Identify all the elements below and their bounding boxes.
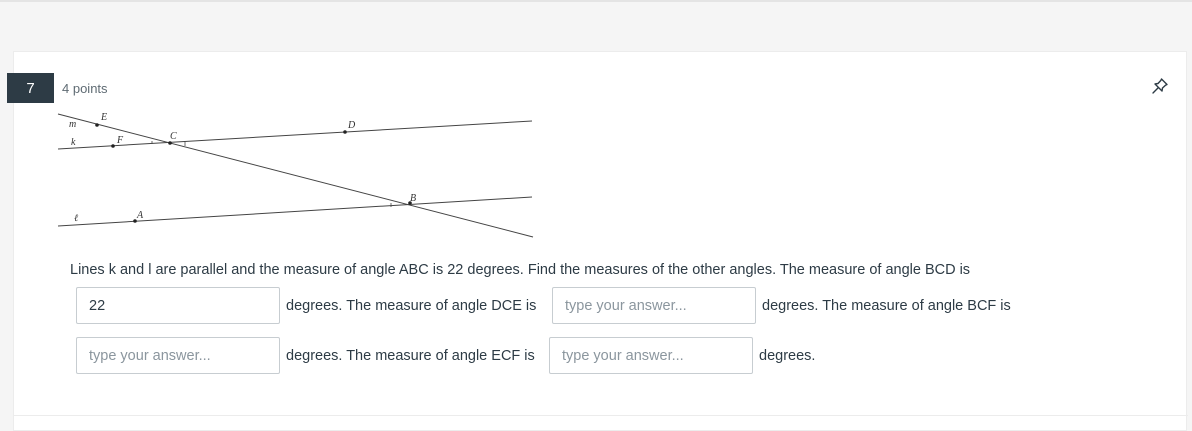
answer-field-ecf[interactable]	[549, 337, 753, 374]
answer-field-dce[interactable]	[552, 287, 756, 324]
question-prompt: Lines k and l are parallel and the measu…	[70, 262, 971, 278]
point-d	[343, 130, 347, 134]
text-segment-end: degrees.	[759, 348, 816, 364]
point-e	[95, 123, 99, 127]
label-e: E	[100, 112, 107, 123]
text-segment-bcf: degrees. The measure of angle BCF is	[762, 298, 1011, 314]
parallel-lines-diagram: m k ℓ E F C D B A	[57, 112, 534, 238]
question-points: 4 points	[62, 81, 108, 96]
answer-field-bcf[interactable]	[76, 337, 280, 374]
label-f: F	[116, 135, 124, 146]
pin-icon[interactable]	[1150, 76, 1170, 96]
text-segment-dce: degrees. The measure of angle DCE is	[286, 298, 537, 314]
point-f	[111, 144, 115, 148]
question-number: 7	[7, 73, 54, 103]
line-m	[57, 113, 534, 238]
label-d: D	[347, 120, 356, 131]
label-c: C	[170, 131, 177, 142]
line-k	[57, 120, 533, 150]
line-l	[57, 196, 533, 227]
label-m: m	[69, 119, 76, 130]
label-a: A	[136, 210, 144, 221]
text-segment-ecf: degrees. The measure of angle ECF is	[286, 348, 535, 364]
card-divider	[14, 415, 1188, 416]
answer-field-bcd[interactable]	[76, 287, 280, 324]
top-divider	[0, 0, 1192, 2]
label-l: ℓ	[74, 213, 78, 224]
label-b: B	[410, 193, 416, 204]
label-k: k	[71, 137, 76, 148]
